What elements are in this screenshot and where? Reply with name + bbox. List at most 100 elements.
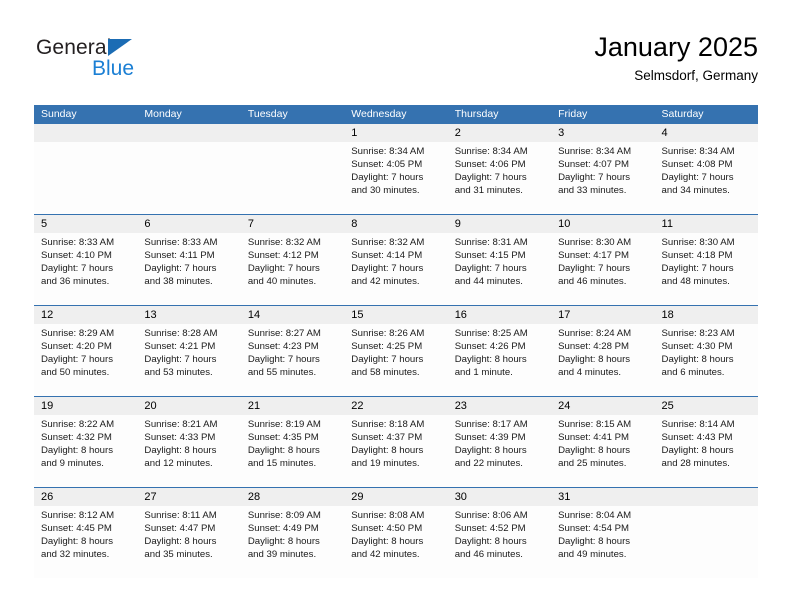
day-number[interactable]: 19: [34, 397, 137, 415]
day-number[interactable]: 13: [137, 306, 240, 324]
day-detail-line: Sunset: 4:21 PM: [144, 341, 216, 353]
day-number[interactable]: 11: [655, 215, 758, 233]
day-cell[interactable]: Sunrise: 8:19 AM Sunset: 4:35 PM Daylight:…: [241, 415, 344, 487]
day-cell[interactable]: Sunrise: 8:28 AM Sunset: 4:21 PM Daylight:…: [137, 324, 240, 396]
weekday-header-wednesday: Wednesday: [351, 108, 407, 120]
day-number[interactable]: 28: [241, 488, 344, 506]
day-cell[interactable]: Sunrise: 8:04 AM Sunset: 4:54 PM Daylight:…: [551, 506, 654, 578]
day-detail-line: Sunrise: 8:32 AM: [247, 237, 321, 248]
day-number[interactable]: 5: [34, 215, 137, 233]
title-block: January 2025 Selmsdorf, Germany: [594, 30, 758, 86]
day-detail-line: Sunrise: 8:29 AM: [41, 328, 115, 339]
day-detail-line: Daylight: 8 hours: [41, 536, 113, 548]
day-number[interactable]: 21: [241, 397, 344, 415]
day-detail-line: Daylight: 7 hours: [247, 354, 320, 366]
day-cell[interactable]: Sunrise: 8:21 AM Sunset: 4:33 PM Daylight:…: [137, 415, 240, 487]
day-number[interactable]: 27: [137, 488, 240, 506]
day-number[interactable]: 12: [34, 306, 137, 324]
day-cell[interactable]: Sunrise: 8:34 AM Sunset: 4:08 PM Daylight:…: [655, 142, 758, 214]
day-number[interactable]: 4: [655, 124, 758, 142]
general-blue-logo[interactable]: General Blue: [36, 36, 186, 88]
day-number[interactable]: 31: [551, 488, 654, 506]
day-number[interactable]: 30: [448, 488, 551, 506]
day-detail-line: and 50 minutes.: [41, 367, 110, 379]
day-number[interactable]: 14: [241, 306, 344, 324]
day-cell[interactable]: Sunrise: 8:08 AM Sunset: 4:50 PM Daylight:…: [344, 506, 447, 578]
day-number[interactable]: 18: [655, 306, 758, 324]
day-detail-line: Sunrise: 8:34 AM: [558, 146, 632, 157]
day-number[interactable]: 24: [551, 397, 654, 415]
day-number[interactable]: 10: [551, 215, 654, 233]
day-cell[interactable]: Sunrise: 8:27 AM Sunset: 4:23 PM Daylight:…: [241, 324, 344, 396]
day-detail-line: Sunset: 4:15 PM: [454, 250, 526, 262]
day-cell[interactable]: Sunrise: 8:32 AM Sunset: 4:12 PM Daylight:…: [241, 233, 344, 305]
day-detail-line: Sunrise: 8:27 AM: [247, 328, 321, 339]
day-detail-line: Sunset: 4:39 PM: [454, 432, 526, 444]
day-detail-line: and 46 minutes.: [454, 549, 523, 561]
day-detail-line: and 33 minutes.: [558, 185, 627, 197]
day-detail-line: Daylight: 7 hours: [351, 263, 424, 275]
day-cell[interactable]: Sunrise: 8:23 AM Sunset: 4:30 PM Daylight:…: [655, 324, 758, 396]
day-cell[interactable]: Sunrise: 8:31 AM Sunset: 4:15 PM Daylight:…: [448, 233, 551, 305]
day-cell[interactable]: Sunrise: 8:26 AM Sunset: 4:25 PM Daylight:…: [344, 324, 447, 396]
day-detail-line: Sunrise: 8:06 AM: [454, 510, 528, 521]
day-number[interactable]: 29: [344, 488, 447, 506]
day-cell[interactable]: Sunrise: 8:34 AM Sunset: 4:05 PM Daylight:…: [344, 142, 447, 214]
day-number[interactable]: 20: [137, 397, 240, 415]
day-cell[interactable]: Sunrise: 8:25 AM Sunset: 4:26 PM Daylight:…: [448, 324, 551, 396]
day-detail-line: Sunrise: 8:21 AM: [144, 419, 218, 430]
day-detail-line: Sunset: 4:35 PM: [247, 432, 319, 444]
day-cell[interactable]: Sunrise: 8:22 AM Sunset: 4:32 PM Daylight:…: [34, 415, 137, 487]
day-cell[interactable]: Sunrise: 8:09 AM Sunset: 4:49 PM Daylight:…: [241, 506, 344, 578]
day-number[interactable]: 8: [344, 215, 447, 233]
day-detail-line: Sunset: 4:49 PM: [247, 523, 319, 535]
day-number[interactable]: 7: [241, 215, 344, 233]
day-number-empty: [137, 124, 240, 142]
day-number[interactable]: 6: [137, 215, 240, 233]
day-detail-line: Daylight: 8 hours: [247, 445, 320, 457]
day-cell[interactable]: Sunrise: 8:32 AM Sunset: 4:14 PM Daylight:…: [344, 233, 447, 305]
day-cell[interactable]: Sunrise: 8:34 AM Sunset: 4:06 PM Daylight:…: [448, 142, 551, 214]
day-detail-line: Daylight: 8 hours: [454, 536, 527, 548]
day-cell[interactable]: Sunrise: 8:18 AM Sunset: 4:37 PM Daylight:…: [344, 415, 447, 487]
day-cell[interactable]: Sunrise: 8:12 AM Sunset: 4:45 PM Daylight:…: [34, 506, 137, 578]
day-detail-line: Sunset: 4:07 PM: [558, 159, 630, 171]
day-number[interactable]: 16: [448, 306, 551, 324]
day-cell[interactable]: Sunrise: 8:34 AM Sunset: 4:07 PM Daylight:…: [551, 142, 654, 214]
day-cell[interactable]: Sunrise: 8:29 AM Sunset: 4:20 PM Daylight:…: [34, 324, 137, 396]
day-cell[interactable]: Sunrise: 8:24 AM Sunset: 4:28 PM Daylight:…: [551, 324, 654, 396]
calendar-week-row: 12 13 14 15 16 17 18 Sunrise: 8:29 AM Sunset: 4:…: [34, 305, 758, 396]
day-number[interactable]: 25: [655, 397, 758, 415]
day-detail-line: Daylight: 8 hours: [558, 536, 631, 548]
day-cell[interactable]: Sunrise: 8:33 AM Sunset: 4:10 PM Daylight:…: [34, 233, 137, 305]
day-detail-line: Sunset: 4:26 PM: [454, 341, 526, 353]
day-detail-line: Sunrise: 8:34 AM: [454, 146, 528, 157]
day-detail-line: Daylight: 8 hours: [661, 445, 734, 457]
day-number[interactable]: 15: [344, 306, 447, 324]
day-number[interactable]: 9: [448, 215, 551, 233]
day-cell[interactable]: Sunrise: 8:33 AM Sunset: 4:11 PM Daylight:…: [137, 233, 240, 305]
day-detail-line: and 48 minutes.: [661, 276, 730, 288]
day-cell[interactable]: Sunrise: 8:14 AM Sunset: 4:43 PM Daylight:…: [655, 415, 758, 487]
day-number[interactable]: 2: [448, 124, 551, 142]
day-number[interactable]: 1: [344, 124, 447, 142]
day-detail-line: Daylight: 8 hours: [351, 445, 424, 457]
day-detail-line: Sunset: 4:10 PM: [41, 250, 112, 262]
day-number[interactable]: 23: [448, 397, 551, 415]
day-number[interactable]: 17: [551, 306, 654, 324]
day-detail-line: and 6 minutes.: [661, 367, 725, 379]
day-number[interactable]: 22: [344, 397, 447, 415]
day-number[interactable]: 26: [34, 488, 137, 506]
day-detail-line: Sunrise: 8:28 AM: [144, 328, 218, 339]
day-cell[interactable]: Sunrise: 8:15 AM Sunset: 4:41 PM Daylight:…: [551, 415, 654, 487]
calendar-week-row: 26 27 28 29 30 31 Sunrise: 8:12 AM Sunset: 4:45…: [34, 487, 758, 578]
day-detail-line: Sunset: 4:32 PM: [41, 432, 112, 444]
day-cell[interactable]: Sunrise: 8:06 AM Sunset: 4:52 PM Daylight:…: [448, 506, 551, 578]
day-detail-line: and 39 minutes.: [247, 549, 317, 561]
day-cell[interactable]: Sunrise: 8:17 AM Sunset: 4:39 PM Daylight:…: [448, 415, 551, 487]
day-cell[interactable]: Sunrise: 8:30 AM Sunset: 4:17 PM Daylight:…: [551, 233, 654, 305]
day-detail-line: Daylight: 7 hours: [661, 172, 734, 184]
day-number[interactable]: 3: [551, 124, 654, 142]
day-cell[interactable]: Sunrise: 8:11 AM Sunset: 4:47 PM Daylight:…: [137, 506, 240, 578]
day-cell[interactable]: Sunrise: 8:30 AM Sunset: 4:18 PM Daylight:…: [655, 233, 758, 305]
